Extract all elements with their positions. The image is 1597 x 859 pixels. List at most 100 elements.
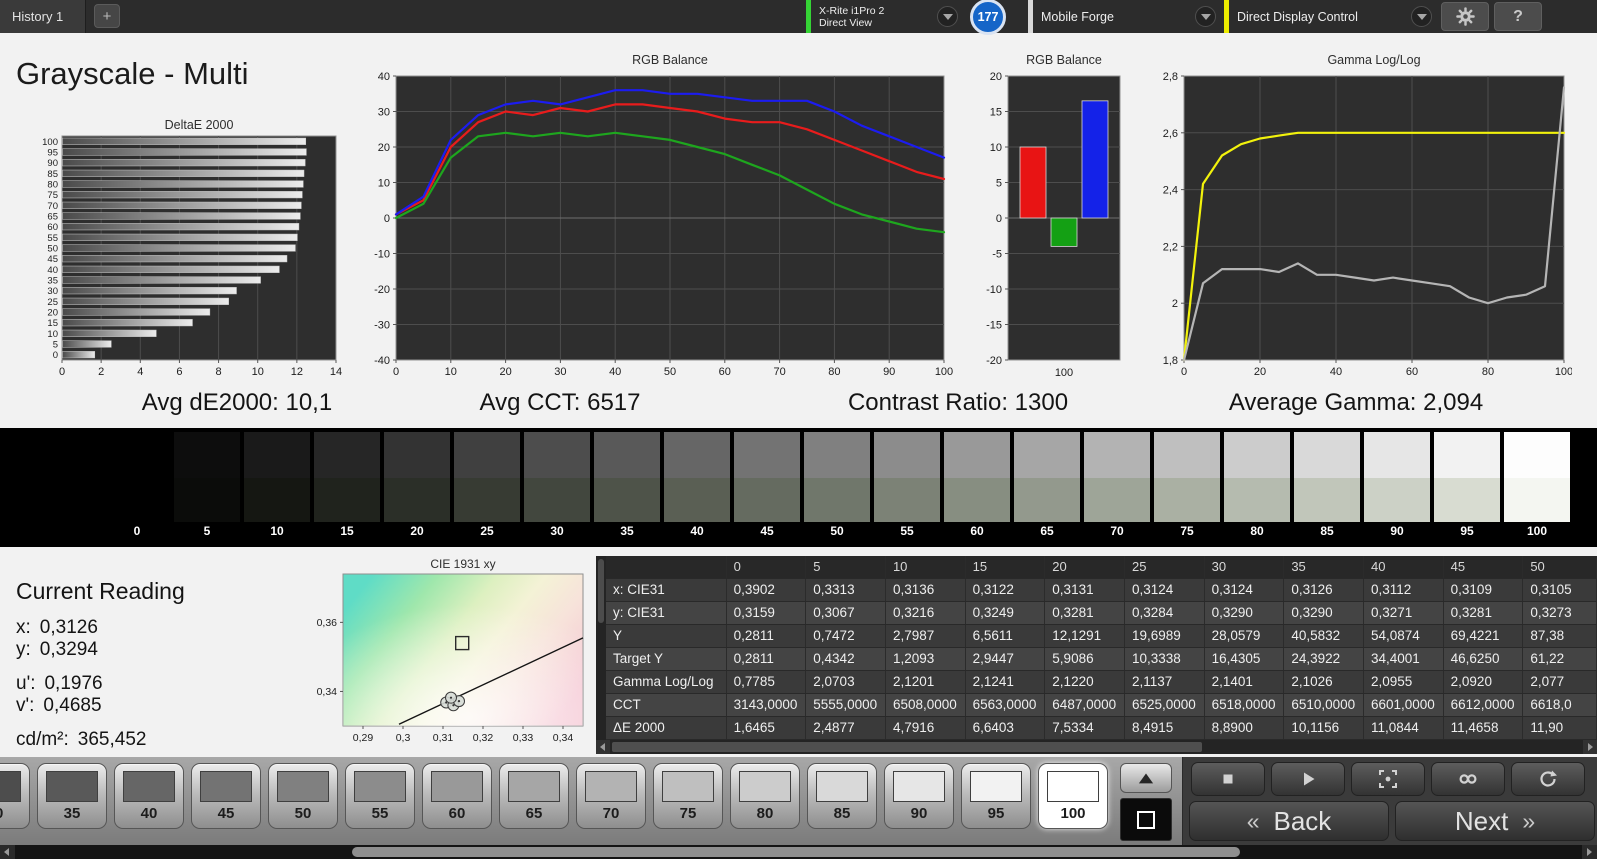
tab-history-1[interactable]: History 1 bbox=[0, 0, 86, 33]
table-header-row: 0 5 10 15 20 25 30 35 40 45 50 bbox=[606, 556, 1597, 579]
stop-button[interactable] bbox=[1191, 762, 1265, 796]
gray-level-button-65[interactable]: 65 bbox=[499, 763, 569, 829]
svg-text:90: 90 bbox=[47, 158, 58, 169]
scrollbar-thumb[interactable] bbox=[598, 559, 604, 623]
level-swatch bbox=[585, 771, 637, 802]
svg-text:30: 30 bbox=[378, 107, 390, 119]
scroll-left-arrow-icon[interactable] bbox=[0, 845, 15, 859]
add-tab-button[interactable]: + bbox=[94, 4, 120, 28]
measurement-count-badge[interactable]: 177 bbox=[970, 0, 1006, 35]
gray-level-button-80[interactable]: 80 bbox=[730, 763, 800, 829]
actual-swatch bbox=[1084, 432, 1150, 478]
table-cell: 0,3216 bbox=[885, 601, 966, 625]
table-cell: 0,4342 bbox=[805, 647, 886, 671]
gray-level-button-70[interactable]: 70 bbox=[576, 763, 646, 829]
table-column-header: 25 bbox=[1124, 556, 1205, 579]
table-column-header: 15 bbox=[965, 556, 1046, 579]
swatch-level-label: 5 bbox=[203, 524, 211, 538]
table-cell: 1,6465 bbox=[726, 716, 807, 740]
capture-button[interactable] bbox=[1351, 762, 1425, 796]
play-icon bbox=[1304, 772, 1315, 786]
svg-text:2,8: 2,8 bbox=[1163, 71, 1178, 83]
swatch-level-label: 50 bbox=[830, 524, 844, 538]
table-cell: 2,1201 bbox=[885, 670, 966, 694]
gray-level-button-60[interactable]: 60 bbox=[422, 763, 492, 829]
gray-level-button-35[interactable]: 35 bbox=[37, 763, 107, 829]
gray-level-button-85[interactable]: 85 bbox=[807, 763, 877, 829]
target-swatch bbox=[1084, 478, 1150, 522]
table-cell: 0,3136 bbox=[885, 578, 966, 602]
svg-text:40: 40 bbox=[47, 265, 58, 276]
scroll-left-arrow-icon[interactable] bbox=[596, 740, 610, 754]
next-button[interactable]: Next » bbox=[1395, 801, 1595, 841]
target-swatch bbox=[664, 478, 730, 522]
svg-text:15: 15 bbox=[990, 107, 1002, 119]
page-horizontal-scrollbar[interactable] bbox=[0, 845, 1597, 859]
svg-text:2,2: 2,2 bbox=[1163, 241, 1178, 253]
back-button[interactable]: « Back bbox=[1189, 801, 1389, 841]
table-row: x: CIE31 0,3902 0,3313 0,3136 0,3122 0,3131 0,… bbox=[606, 578, 1597, 602]
table-cell: 0,3105 bbox=[1522, 578, 1597, 602]
table-column-header: 50 bbox=[1522, 556, 1597, 579]
scroll-right-arrow-icon[interactable] bbox=[1583, 740, 1597, 754]
table-cell: 2,0920 bbox=[1443, 670, 1524, 694]
continuous-measure-button[interactable] bbox=[1431, 762, 1505, 796]
svg-text:-10: -10 bbox=[374, 249, 390, 261]
svg-text:2: 2 bbox=[98, 366, 104, 378]
table-cell: 6518,0000 bbox=[1204, 693, 1285, 717]
table-cell: 10,3338 bbox=[1124, 647, 1205, 671]
table-cell: 0,2811 bbox=[726, 647, 807, 671]
target-swatch bbox=[594, 478, 660, 522]
gray-level-button-45[interactable]: 45 bbox=[191, 763, 261, 829]
table-row: Target Y 0,2811 0,4342 1,2093 2,9447 5,9086 10… bbox=[606, 647, 1597, 671]
display-control-name: Direct Display Control bbox=[1237, 9, 1358, 24]
refresh-button[interactable] bbox=[1511, 762, 1585, 796]
pattern-window-button[interactable] bbox=[1120, 798, 1172, 841]
svg-text:-20: -20 bbox=[374, 284, 390, 296]
help-button[interactable]: ? bbox=[1494, 2, 1542, 31]
display-control-selector[interactable]: Direct Display Control bbox=[1224, 0, 1432, 33]
svg-text:Gamma Log/Log: Gamma Log/Log bbox=[1327, 53, 1420, 67]
svg-text:100: 100 bbox=[1555, 366, 1572, 378]
svg-text:RGB Balance: RGB Balance bbox=[632, 53, 708, 67]
gray-level-button-100[interactable]: 100 bbox=[1038, 763, 1108, 829]
target-swatch bbox=[1504, 478, 1570, 522]
scroll-right-arrow-icon[interactable] bbox=[1582, 845, 1597, 859]
table-cell: 0,3109 bbox=[1443, 578, 1524, 602]
gray-level-button-40[interactable]: 40 bbox=[114, 763, 184, 829]
table-cell: 46,6250 bbox=[1443, 647, 1524, 671]
measurement-table: 0 5 10 15 20 25 30 35 40 45 50 x: CIE31 0,3902 0,3313… bbox=[606, 556, 1597, 740]
table-cell: 3143,0000 bbox=[726, 693, 807, 717]
table-vertical-scrollbar[interactable] bbox=[596, 556, 606, 740]
next-chevron-icon: » bbox=[1522, 807, 1536, 834]
gray-level-button-55[interactable]: 55 bbox=[345, 763, 415, 829]
source-selector[interactable]: Mobile Forge bbox=[1028, 0, 1216, 33]
svg-text:65: 65 bbox=[47, 212, 58, 223]
gray-level-button-30[interactable]: 30 bbox=[0, 763, 30, 829]
svg-text:90: 90 bbox=[883, 366, 895, 378]
scrollbar-thumb[interactable] bbox=[612, 742, 1202, 752]
svg-text:0,36: 0,36 bbox=[317, 617, 338, 629]
table-cell: 1,2093 bbox=[885, 647, 966, 671]
svg-text:100: 100 bbox=[935, 366, 953, 378]
swatch-level-label: 55 bbox=[900, 524, 914, 538]
target-swatch bbox=[454, 478, 520, 522]
gray-level-button-95[interactable]: 95 bbox=[961, 763, 1031, 829]
capture-target-icon bbox=[1379, 770, 1397, 788]
target-swatch bbox=[384, 478, 450, 522]
svg-text:55: 55 bbox=[47, 233, 58, 244]
play-button[interactable] bbox=[1271, 762, 1345, 796]
current-reading-title: Current Reading bbox=[16, 578, 185, 604]
panel-up-button[interactable] bbox=[1120, 763, 1172, 793]
scrollbar-thumb[interactable] bbox=[352, 847, 1240, 857]
gray-level-button-75[interactable]: 75 bbox=[653, 763, 723, 829]
stop-icon bbox=[1223, 774, 1233, 784]
meter-selector[interactable]: X-Rite i1Pro 2 Direct View bbox=[806, 0, 958, 33]
table-horizontal-scrollbar[interactable] bbox=[596, 740, 1597, 754]
settings-button[interactable] bbox=[1441, 2, 1489, 31]
gray-level-button-50[interactable]: 50 bbox=[268, 763, 338, 829]
gray-level-button-90[interactable]: 90 bbox=[884, 763, 954, 829]
table-cell: 6618,0 bbox=[1522, 693, 1597, 717]
table-column-header: 5 bbox=[805, 556, 886, 579]
target-swatch bbox=[524, 478, 590, 522]
